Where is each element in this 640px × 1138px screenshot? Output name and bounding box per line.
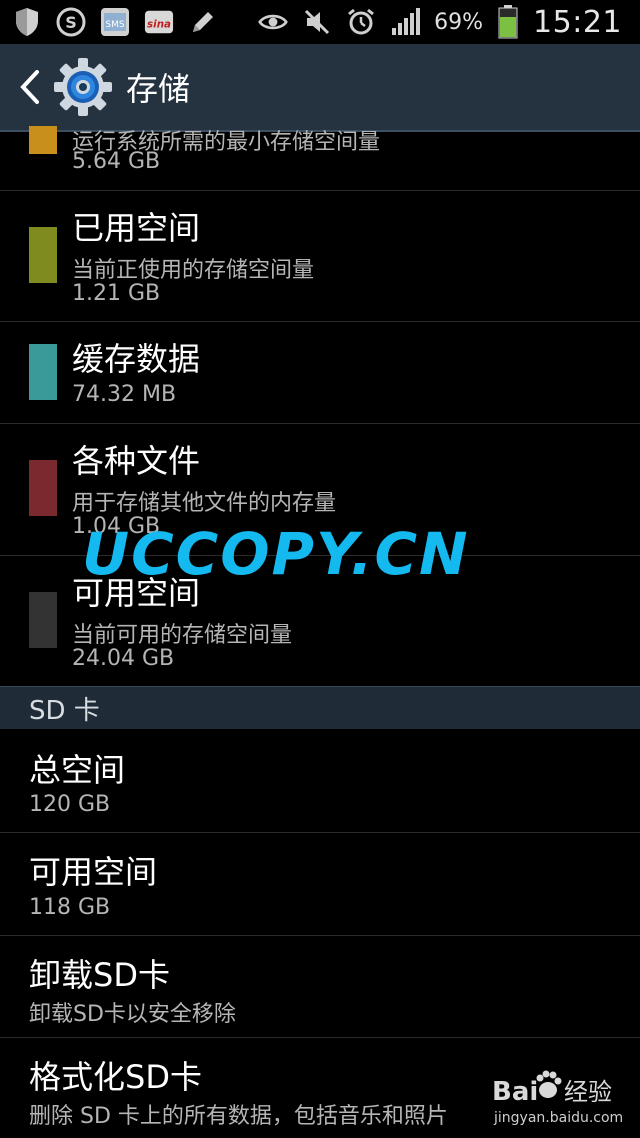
color-swatch <box>29 227 57 283</box>
action-bar: 存储 <box>0 44 640 132</box>
baidu-url-text: jingyan.baidu.com <box>493 1110 623 1126</box>
color-swatch <box>29 344 57 400</box>
section-header-sd: SD 卡 <box>0 686 640 729</box>
color-swatch <box>29 592 57 648</box>
mute-icon <box>302 7 332 37</box>
item-subtitle: 用于存储其他文件的内存量 <box>72 491 337 516</box>
item-subtitle: 120 GB <box>29 792 111 817</box>
item-title: 卸载SD卡 <box>29 956 170 994</box>
signal-icon <box>390 7 421 37</box>
item-value: 5.64 GB <box>72 149 161 174</box>
item-subtitle: 118 GB <box>29 895 111 920</box>
item-subtitle: 卸载SD卡以安全移除 <box>29 1002 236 1027</box>
baidu-jingyan-watermark: Bai 经验 jingyan.baidu.com <box>490 1068 630 1128</box>
shield-icon <box>12 7 42 37</box>
color-swatch <box>29 126 57 154</box>
unmount-sd-button[interactable]: 卸载SD卡 卸载SD卡以安全移除 <box>0 936 640 1038</box>
chevron-left-icon <box>20 70 39 104</box>
item-value: 1.21 GB <box>72 281 161 306</box>
uccopy-watermark: UCCOPY.CN <box>82 520 470 588</box>
battery-percent: 69% <box>434 9 484 35</box>
sd-item-total[interactable]: 总空间 120 GB <box>0 729 640 833</box>
item-title: 已用空间 <box>72 209 201 247</box>
storage-item-used[interactable]: 已用空间 当前正使用的存储空间量 1.21 GB <box>0 191 640 322</box>
alarm-icon <box>346 7 376 37</box>
clock: 15:21 <box>533 4 622 40</box>
item-title: 可用空间 <box>29 853 158 891</box>
svg-text:SMS: SMS <box>105 20 124 30</box>
item-title: 缓存数据 <box>72 340 201 378</box>
storage-item-system[interactable]: 运行系统所需的最小存储空间量 5.64 GB <box>0 126 640 191</box>
status-bar: S SMS sina 69% 15:21 <box>0 0 640 44</box>
item-title: 总空间 <box>29 751 126 789</box>
item-title: 格式化SD卡 <box>29 1058 202 1096</box>
paw-icon <box>536 1070 562 1098</box>
sms-icon: SMS <box>100 7 130 37</box>
item-title: 各种文件 <box>72 442 201 480</box>
storage-item-cache[interactable]: 缓存数据 74.32 MB <box>0 322 640 424</box>
item-subtitle: 当前正使用的存储空间量 <box>72 258 315 283</box>
svg-text:sina: sina <box>147 19 171 31</box>
pen-icon <box>188 7 218 37</box>
item-value: 74.32 MB <box>72 382 177 407</box>
svg-text:S: S <box>65 13 77 32</box>
sina-icon: sina <box>144 7 174 37</box>
battery-icon <box>497 5 519 39</box>
eye-icon <box>258 7 288 37</box>
item-subtitle: 删除 SD 卡上的所有数据，包括音乐和照片 <box>29 1104 448 1129</box>
storage-list: 运行系统所需的最小存储空间量 5.64 GB 已用空间 当前正使用的存储空间量 … <box>0 126 640 687</box>
item-subtitle: 当前可用的存储空间量 <box>72 623 293 648</box>
settings-gear-icon[interactable] <box>52 56 114 118</box>
back-button[interactable] <box>10 44 50 130</box>
color-swatch <box>29 460 57 516</box>
item-value: 24.04 GB <box>72 646 175 671</box>
sogou-icon: S <box>56 7 86 37</box>
page-title: 存储 <box>126 70 191 108</box>
section-title: SD 卡 <box>29 695 100 726</box>
baidu-jingyan-text: 经验 <box>564 1078 612 1106</box>
sd-item-available[interactable]: 可用空间 118 GB <box>0 833 640 936</box>
baidu-brand-text: Bai <box>492 1077 538 1107</box>
